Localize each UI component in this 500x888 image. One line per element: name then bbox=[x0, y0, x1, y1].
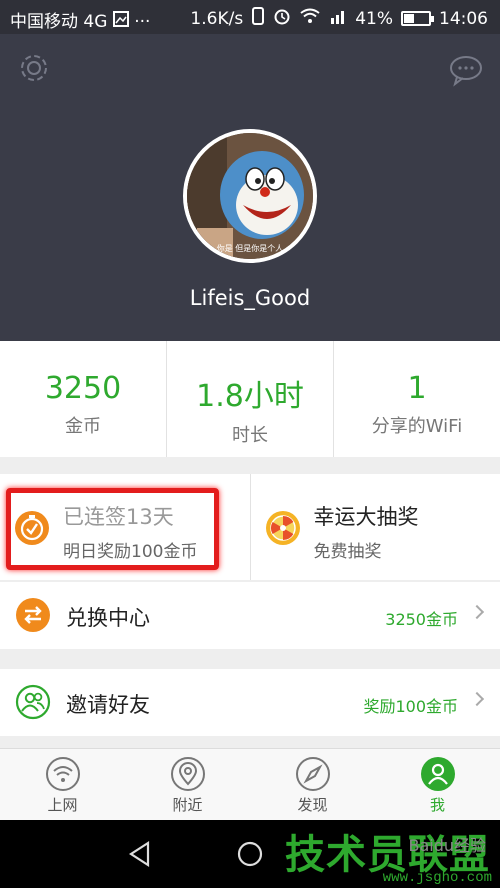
carrier-text: 中国移动 4G bbox=[10, 12, 108, 32]
vibrate-icon bbox=[251, 7, 265, 30]
tab-discover[interactable]: 发现 bbox=[250, 749, 375, 820]
more-notifications-icon: ··· bbox=[134, 12, 151, 32]
red-highlight-box bbox=[6, 488, 219, 570]
back-icon[interactable] bbox=[126, 840, 154, 872]
home-icon[interactable] bbox=[236, 840, 264, 872]
system-nav-bar: 技术员联盟 Baidu经验 www.jsgho.com bbox=[0, 820, 500, 888]
compass-icon bbox=[295, 756, 331, 792]
lottery-subtitle: 免费抽奖 bbox=[313, 542, 382, 562]
watermark-url: www.jsgho.com bbox=[382, 870, 492, 886]
invite-friends-row[interactable]: 邀请好友 奖励100金币 bbox=[0, 669, 500, 736]
tab-label: 我 bbox=[429, 796, 445, 814]
row-value: 3250金币 bbox=[385, 610, 458, 629]
row-title: 兑换中心 bbox=[66, 606, 150, 630]
stat-shared-wifi[interactable]: 1 分享的WiFi bbox=[333, 341, 500, 457]
clock: 14:06 bbox=[439, 8, 488, 29]
person-icon bbox=[420, 756, 456, 792]
exchange-center-row[interactable]: 兑换中心 3250金币 bbox=[0, 582, 500, 649]
reward-cards: 已连签13天 明日奖励100金币 幸运大抽奖 免费抽奖 bbox=[0, 474, 500, 580]
status-bar: 中国移动 4G ··· 1.6K/s 41% 14:06 bbox=[0, 0, 500, 34]
checkin-card[interactable]: 已连签13天 明日奖励100金币 bbox=[0, 474, 250, 580]
stat-label: 分享的WiFi bbox=[371, 416, 463, 437]
avatar-caption: 你是 但是你是个人 bbox=[217, 243, 284, 253]
lottery-card[interactable]: 幸运大抽奖 免费抽奖 bbox=[249, 474, 500, 580]
row-value: 奖励100金币 bbox=[363, 697, 458, 716]
stat-label: 金币 bbox=[65, 416, 101, 437]
tab-label: 上网 bbox=[47, 796, 78, 814]
status-right: 1.6K/s 41% 14:06 bbox=[190, 7, 488, 30]
network-speed: 1.6K/s bbox=[190, 8, 244, 29]
wifi-icon bbox=[45, 756, 81, 792]
battery-percent: 41% bbox=[355, 8, 393, 29]
watermark-baidu: Baidu经验 bbox=[408, 836, 486, 855]
tab-label: 发现 bbox=[297, 796, 328, 814]
message-icon[interactable] bbox=[447, 51, 485, 89]
username: Lifeis_Good bbox=[189, 286, 311, 310]
image-notification-icon bbox=[112, 11, 129, 32]
lottery-title: 幸运大抽奖 bbox=[313, 505, 419, 529]
lottery-wheel-icon bbox=[265, 510, 301, 546]
settings-gear-icon[interactable] bbox=[15, 49, 53, 87]
stat-coins[interactable]: 3250 金币 bbox=[0, 341, 166, 457]
tab-me[interactable]: 我 bbox=[375, 749, 500, 820]
exchange-icon bbox=[15, 597, 51, 633]
stats-panel: 3250 金币 1.8小时 时长 1 分享的WiFi bbox=[0, 341, 500, 457]
chevron-right-icon bbox=[469, 691, 485, 707]
bottom-tab-bar: 上网 附近 发现 我 bbox=[0, 748, 500, 820]
chevron-right-icon bbox=[469, 604, 485, 620]
wifi-signal-icon bbox=[299, 8, 321, 29]
stat-label: 时长 bbox=[232, 425, 268, 446]
battery-icon bbox=[401, 11, 434, 26]
battery-fill bbox=[404, 14, 414, 23]
stat-value: 1 bbox=[407, 371, 427, 406]
tab-label: 附近 bbox=[172, 796, 203, 814]
stat-value: 1.8小时 bbox=[196, 379, 304, 414]
tab-internet[interactable]: 上网 bbox=[0, 749, 125, 820]
invite-friends-icon bbox=[15, 684, 51, 720]
stat-value: 3250 bbox=[44, 371, 122, 406]
location-icon bbox=[170, 756, 206, 792]
status-left: 中国移动 4G ··· bbox=[10, 7, 150, 32]
doraemon-avatar-image: 你是 但是你是个人 bbox=[187, 133, 313, 259]
tab-nearby[interactable]: 附近 bbox=[125, 749, 250, 820]
row-title: 邀请好友 bbox=[66, 693, 150, 717]
alarm-icon bbox=[273, 7, 291, 30]
stat-duration[interactable]: 1.8小时 时长 bbox=[166, 341, 333, 457]
profile-header: 你是 但是你是个人 Lifeis_Good bbox=[0, 34, 500, 341]
cell-signal-icon bbox=[329, 8, 347, 29]
avatar[interactable]: 你是 但是你是个人 bbox=[183, 129, 317, 263]
